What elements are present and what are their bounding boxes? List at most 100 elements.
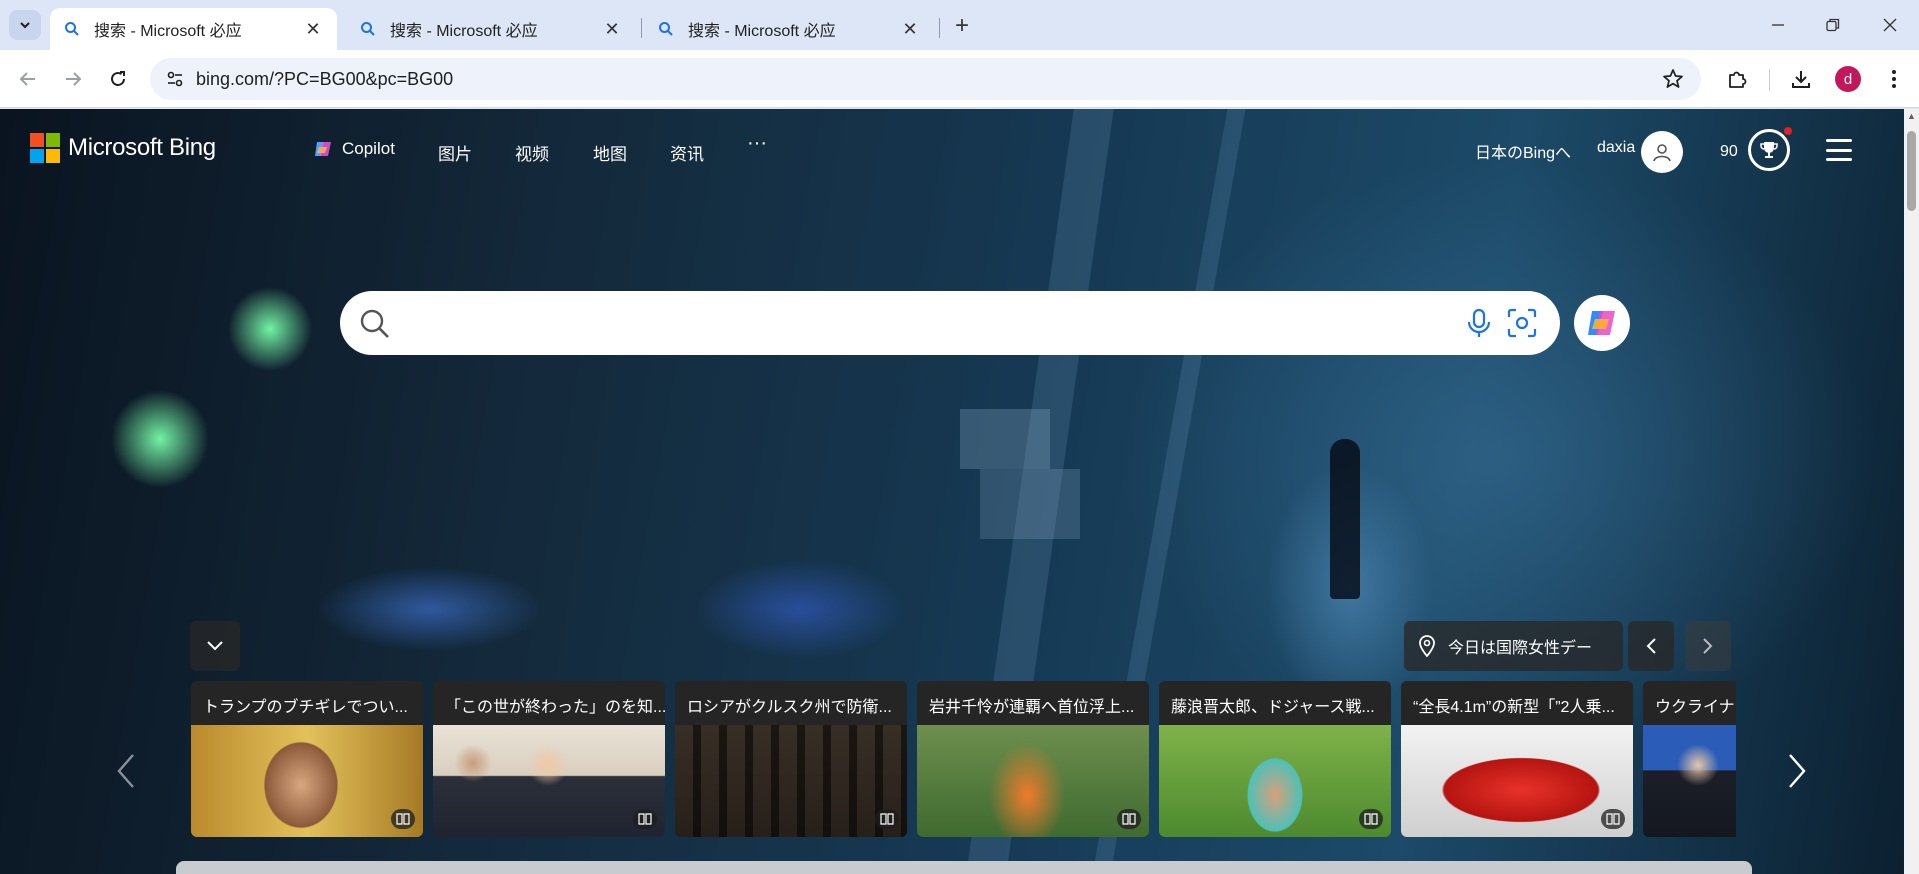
trophy-icon xyxy=(1760,142,1778,158)
copilot-icon xyxy=(315,142,331,156)
chevron-left-icon xyxy=(1646,638,1656,654)
tab-1[interactable]: 搜索 - Microsoft 必应 ✕ xyxy=(50,8,337,50)
hamburger-menu-button[interactable] xyxy=(1826,139,1852,161)
news-headline: “全長4.1m”の新型「”2人乗... xyxy=(1401,681,1633,725)
tab-search-button[interactable] xyxy=(9,10,41,40)
tab-2[interactable]: 搜索 - Microsoft 必应 ✕ xyxy=(346,8,636,50)
nav-more[interactable]: ··· xyxy=(747,132,767,155)
news-card[interactable]: 「この世が終わった」のを知... xyxy=(433,681,665,837)
news-headline: トランプのブチギレでつい... xyxy=(191,681,423,725)
scroll-up-icon[interactable]: ▲ xyxy=(1907,112,1916,121)
new-tab-button[interactable]: + xyxy=(948,12,976,40)
nav-videos[interactable]: 视频 xyxy=(515,140,549,165)
nav-images-label: 图片 xyxy=(438,145,472,164)
background-stone-block xyxy=(960,409,1050,469)
address-bar[interactable]: bing.com/?PC=BG00&pc=BG00 xyxy=(150,58,1701,100)
search-icon xyxy=(360,21,380,37)
nav-maps[interactable]: 地图 xyxy=(593,140,627,165)
tab-separator xyxy=(641,18,642,38)
tab-title: 搜索 - Microsoft 必应 xyxy=(688,23,836,40)
chevron-right-icon xyxy=(1703,638,1713,654)
carousel-next-button[interactable] xyxy=(1782,749,1812,793)
forward-button[interactable] xyxy=(58,64,88,94)
nav-news[interactable]: 资讯 xyxy=(670,140,704,165)
news-headline: ロシアがクルスク州で防衛... xyxy=(675,681,907,725)
news-card[interactable]: ウクライナ xyxy=(1643,681,1736,837)
news-thumbnail xyxy=(675,725,907,837)
search-box[interactable] xyxy=(340,291,1560,355)
menu-line xyxy=(1826,139,1852,142)
nav-news-label: 资讯 xyxy=(670,145,704,164)
chevron-down-icon xyxy=(207,641,223,651)
minimize-button[interactable] xyxy=(1760,10,1796,40)
scroll-thumb[interactable] xyxy=(1907,131,1916,211)
puzzle-icon xyxy=(1729,71,1747,88)
search-input[interactable] xyxy=(404,303,1444,343)
news-card[interactable]: 岩井千怜が連覇へ首位浮上... xyxy=(917,681,1149,837)
site-info-icon[interactable] xyxy=(164,68,186,90)
downloads-button[interactable] xyxy=(1786,64,1816,94)
nav-images[interactable]: 图片 xyxy=(438,140,472,165)
book-icon xyxy=(391,809,415,829)
close-icon xyxy=(1883,18,1897,32)
book-icon xyxy=(1117,809,1141,829)
image-info-pill[interactable]: 今日は国際女性デー xyxy=(1404,621,1623,671)
background-silhouette xyxy=(1330,439,1360,599)
more-vertical-icon xyxy=(1892,70,1896,88)
copilot-button[interactable] xyxy=(1574,295,1630,351)
star-icon[interactable] xyxy=(1661,67,1685,91)
close-window-button[interactable] xyxy=(1872,10,1908,40)
news-headline: 「この世が終わった」のを知... xyxy=(433,681,665,725)
close-icon[interactable]: ✕ xyxy=(900,19,920,39)
download-icon xyxy=(1792,71,1810,88)
news-card[interactable]: “全長4.1m”の新型「”2人乗... xyxy=(1401,681,1633,837)
search-icon xyxy=(658,21,678,37)
next-image-button[interactable] xyxy=(1685,621,1731,671)
reward-points[interactable]: 90 xyxy=(1720,143,1738,161)
news-headline: ウクライナ xyxy=(1643,681,1736,725)
arrow-right-icon xyxy=(66,72,82,86)
user-avatar[interactable] xyxy=(1641,131,1683,173)
rewards-button[interactable] xyxy=(1748,129,1790,171)
location-pin-icon xyxy=(1418,635,1436,657)
page-scrollbar[interactable]: ▲ xyxy=(1904,109,1919,874)
bing-logo[interactable]: Microsoft Bing xyxy=(30,133,216,163)
chevron-left-icon xyxy=(117,754,134,788)
collapse-feed-button[interactable] xyxy=(190,621,240,671)
profile-avatar[interactable]: d xyxy=(1835,66,1861,92)
username[interactable]: daxia xyxy=(1597,139,1635,157)
restore-button[interactable] xyxy=(1815,10,1851,40)
arrow-left-icon xyxy=(19,72,35,86)
news-card[interactable]: ロシアがクルスク州で防衛... xyxy=(675,681,907,837)
news-thumbnail xyxy=(433,725,665,837)
news-thumbnail xyxy=(191,725,423,837)
previous-image-button[interactable] xyxy=(1628,621,1674,671)
menu-line xyxy=(1826,148,1852,152)
news-card[interactable]: 藤浪晋太郎、ドジャース戦... xyxy=(1159,681,1391,837)
microphone-icon[interactable] xyxy=(1464,307,1494,339)
visual-search-icon[interactable] xyxy=(1506,307,1538,339)
news-card[interactable]: トランプのブチギレでつい... xyxy=(191,681,423,837)
tab-3[interactable]: 搜索 - Microsoft 必应 ✕ xyxy=(644,8,934,50)
extensions-button[interactable] xyxy=(1722,64,1752,94)
close-icon[interactable]: ✕ xyxy=(602,19,622,39)
reload-icon xyxy=(111,71,125,86)
carousel-previous-button[interactable] xyxy=(111,749,141,793)
reload-button[interactable] xyxy=(103,64,133,94)
close-icon[interactable]: ✕ xyxy=(303,19,323,39)
url-text[interactable]: bing.com/?PC=BG00&pc=BG00 xyxy=(196,69,453,90)
tab-separator xyxy=(939,18,940,38)
nav-copilot[interactable]: Copilot xyxy=(312,138,395,160)
news-headline: 藤浪晋太郎、ドジャース戦... xyxy=(1159,681,1391,725)
region-link[interactable]: 日本のBingへ xyxy=(1475,139,1571,163)
nav-videos-label: 视频 xyxy=(515,145,549,164)
back-button[interactable] xyxy=(13,64,43,94)
microsoft-logo-icon xyxy=(30,133,60,163)
tab-title: 搜索 - Microsoft 必应 xyxy=(94,23,242,40)
feed-container-edge xyxy=(176,861,1752,874)
bing-header: Microsoft Bing Copilot 图片 视频 地图 资讯 ··· 日… xyxy=(0,109,1904,173)
chevron-right-icon xyxy=(1789,754,1806,788)
more-horizontal-icon: ··· xyxy=(747,132,767,154)
browser-menu-button[interactable] xyxy=(1879,64,1909,94)
news-thumbnail xyxy=(1159,725,1391,837)
